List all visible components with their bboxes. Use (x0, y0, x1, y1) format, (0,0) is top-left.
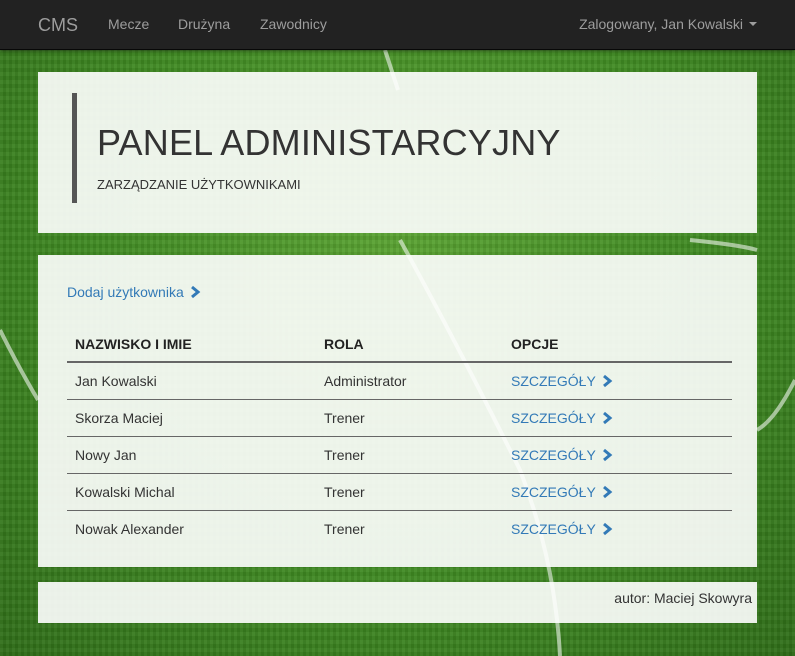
details-link[interactable]: SZCZEGÓŁY (511, 373, 613, 389)
cell-role: Trener (324, 520, 365, 537)
page-subtitle: ZARZĄDZANIE UŻYTKOWNIKAMI (97, 177, 301, 192)
table-row: Jan Kowalski Administrator SZCZEGÓŁY (67, 362, 732, 400)
author-credit: autor: Maciej Skowyra (614, 590, 752, 606)
details-label: SZCZEGÓŁY (511, 372, 596, 389)
table-row: Nowy Jan Trener SZCZEGÓŁY (67, 436, 732, 474)
details-label: SZCZEGÓŁY (511, 520, 596, 537)
chevron-right-icon (190, 285, 201, 299)
cell-role: Trener (316, 399, 503, 437)
chevron-right-icon (602, 411, 613, 424)
table-row: Nowak Alexander Trener SZCZEGÓŁY (67, 510, 732, 547)
chevron-right-icon (602, 485, 613, 498)
details-label: SZCZEGÓŁY (511, 409, 596, 426)
chevron-right-icon (602, 448, 613, 461)
cell-role: Trener (316, 473, 503, 511)
chevron-right-icon (602, 374, 613, 387)
cell-name: Kowalski Michal (67, 473, 316, 511)
details-link[interactable]: SZCZEGÓŁY (511, 447, 613, 463)
details-link[interactable]: SZCZEGÓŁY (511, 484, 613, 500)
add-user-label: Dodaj użytkownika (67, 284, 184, 300)
cell-name: Jan Kowalski (67, 362, 316, 400)
column-header-name: NAZWISKO I IMIE (67, 325, 316, 363)
users-table: NAZWISKO I IMIE ROLA OPCJE Jan Kowalski … (67, 325, 732, 547)
details-label: SZCZEGÓŁY (511, 483, 596, 500)
user-dropdown[interactable]: Zalogowany, Jan Kowalski (579, 16, 743, 32)
table-row: Kowalski Michal Trener SZCZEGÓŁY (67, 473, 732, 511)
page-header: PANEL ADMINISTARCYJNY ZARZĄDZANIE UŻYTKO… (38, 72, 757, 233)
table-header-row: NAZWISKO I IMIE ROLA OPCJE (67, 325, 732, 363)
cell-name: Skorza Maciej (67, 399, 316, 437)
cell-name: Nowak Alexander (75, 520, 184, 537)
nav-link-druzyna[interactable]: Drużyna (178, 16, 230, 32)
footer: autor: Maciej Skowyra (38, 582, 757, 623)
details-link[interactable]: SZCZEGÓŁY (511, 521, 613, 537)
users-panel: Dodaj użytkownika NAZWISKO I IMIE ROLA O… (38, 255, 757, 567)
chevron-right-icon (602, 522, 613, 535)
add-user-link[interactable]: Dodaj użytkownika (67, 284, 201, 300)
header-accent-bar (72, 93, 77, 203)
top-navbar: CMS Mecze Drużyna Zawodnicy Zalogowany, … (0, 0, 795, 50)
cell-name: Nowy Jan (67, 436, 316, 474)
nav-link-zawodnicy[interactable]: Zawodnicy (260, 16, 327, 32)
nav-link-mecze[interactable]: Mecze (108, 16, 149, 32)
column-header-role: ROLA (316, 325, 503, 363)
column-header-options: OPCJE (503, 325, 732, 363)
table-row: Skorza Maciej Trener SZCZEGÓŁY (67, 399, 732, 437)
details-label: SZCZEGÓŁY (511, 446, 596, 463)
brand-link[interactable]: CMS (38, 15, 78, 36)
cell-role: Administrator (316, 362, 503, 400)
caret-down-icon[interactable] (749, 22, 757, 26)
details-link[interactable]: SZCZEGÓŁY (511, 410, 613, 426)
page-title: PANEL ADMINISTARCYJNY (97, 122, 561, 163)
cell-role: Trener (316, 436, 503, 474)
